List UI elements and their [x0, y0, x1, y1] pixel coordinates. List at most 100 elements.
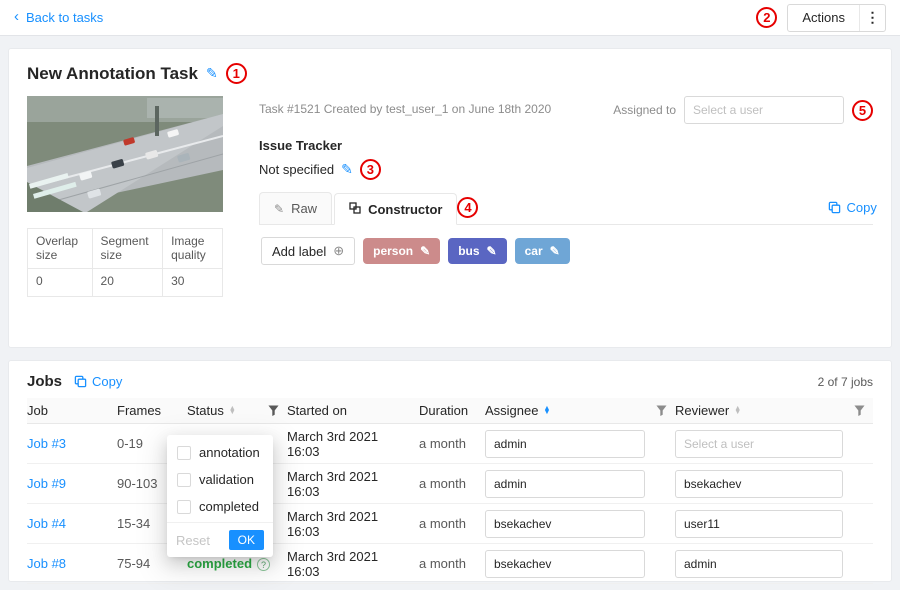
duration-cell: a month [419, 464, 485, 504]
status-completed-label: completed [187, 556, 252, 571]
status-sort-control[interactable]: Status ▲▼ [187, 403, 236, 418]
status-info-icon[interactable]: ? [257, 558, 270, 571]
duration-cell: a month [419, 544, 485, 584]
annotation-circle-1: 1 [226, 63, 247, 84]
filter-option-validation[interactable]: validation [167, 466, 273, 493]
reviewer-input[interactable] [675, 550, 843, 578]
filter-option-completed[interactable]: completed [167, 493, 273, 520]
issue-tracker-block: Issue Tracker Not specified ✎ 3 [259, 138, 873, 180]
annotation-circle-2: 2 [756, 7, 777, 28]
job-link[interactable]: Job #4 [27, 516, 66, 531]
labels-tabs-row: ✎ Raw Constructor 4 [259, 192, 873, 225]
annotation-circle-4: 4 [457, 197, 478, 218]
more-actions-button[interactable]: ⋮ [859, 5, 885, 31]
label-chip-bus[interactable]: bus ✎ [448, 238, 506, 264]
tab-constructor[interactable]: Constructor [334, 193, 457, 225]
filter-ok-button[interactable]: OK [229, 530, 264, 550]
param-value-quality: 30 [163, 269, 223, 297]
column-duration: Duration [419, 398, 485, 424]
assigned-to-label: Assigned to [613, 103, 676, 117]
sort-icon: ▲▼ [734, 407, 741, 415]
copy-jobs-button[interactable]: Copy [74, 374, 122, 389]
filter-option-annotation[interactable]: annotation [167, 439, 273, 466]
actions-button-group: Actions ⋮ [787, 4, 886, 32]
started-cell: March 3rd 2021 16:03 [287, 544, 419, 584]
job-link[interactable]: Job #9 [27, 476, 66, 491]
reviewer-input[interactable] [675, 470, 843, 498]
jobs-header-left: Jobs Copy [27, 373, 122, 390]
sort-icon: ▲▼ [543, 407, 550, 415]
label-chip-car[interactable]: car ✎ [515, 238, 570, 264]
task-meta: Task #1521 Created by test_user_1 on Jun… [259, 96, 551, 116]
edit-label-person-icon[interactable]: ✎ [420, 244, 430, 258]
edit-issue-tracker-icon[interactable]: ✎ [341, 161, 353, 178]
tab-constructor-label: Constructor [368, 202, 442, 217]
assignee-input[interactable] [485, 470, 645, 498]
column-assignee: Assignee ▲▼ [485, 398, 675, 424]
edit-label-car-icon[interactable]: ✎ [550, 244, 560, 258]
actions-button[interactable]: Actions [788, 5, 859, 31]
assignee-sort-control[interactable]: Assignee ▲▼ [485, 403, 550, 418]
filter-reset-button[interactable]: Reset [176, 533, 210, 548]
copy-labels-label: Copy [846, 200, 876, 215]
back-link[interactable]: ‹ Back to tasks [14, 10, 103, 25]
task-card: New Annotation Task ✎ 1 [8, 48, 892, 348]
task-assignee-input[interactable] [684, 96, 844, 124]
plus-circle-icon: ⊕ [333, 243, 344, 259]
edit-title-icon[interactable]: ✎ [206, 65, 218, 82]
job-row-1: Job #3 0-19 March 3rd 2021 16:03 a month [27, 424, 873, 464]
column-assignee-label: Assignee [485, 403, 538, 418]
assignee-input[interactable] [485, 510, 645, 538]
constructor-icon [349, 202, 361, 217]
checkbox-validation[interactable] [177, 473, 191, 487]
filter-option-label: validation [199, 472, 254, 487]
param-header-quality: Image quality [163, 229, 223, 269]
assignee-input[interactable] [485, 550, 645, 578]
job-link[interactable]: Job #8 [27, 556, 66, 571]
task-preview-image [27, 96, 223, 212]
tab-raw-label: Raw [291, 201, 317, 216]
column-reviewer: Reviewer ▲▼ [675, 398, 873, 424]
reviewer-input[interactable] [675, 430, 843, 458]
param-value-segment: 20 [92, 269, 163, 297]
jobs-count: 2 of 7 jobs [818, 375, 873, 389]
column-reviewer-label: Reviewer [675, 403, 729, 418]
task-title-row: New Annotation Task ✎ 1 [27, 63, 873, 84]
job-row-2: Job #9 90-103 March 3rd 2021 16:03 a mon… [27, 464, 873, 504]
label-chip-person[interactable]: person ✎ [363, 238, 440, 264]
task-right-column: Task #1521 Created by test_user_1 on Jun… [259, 96, 873, 329]
jobs-header: Jobs Copy 2 of 7 jobs [27, 373, 873, 390]
copy-labels-button[interactable]: Copy [828, 200, 876, 215]
assignee-filter-icon[interactable] [656, 405, 667, 416]
annotation-circle-3: 3 [360, 159, 381, 180]
filter-option-label: annotation [199, 445, 260, 460]
tab-raw[interactable]: ✎ Raw [259, 192, 332, 224]
copy-icon [828, 201, 841, 214]
assignee-input[interactable] [485, 430, 645, 458]
pencil-icon: ✎ [274, 202, 284, 216]
labels-tabs: ✎ Raw Constructor [259, 192, 457, 224]
checkbox-completed[interactable] [177, 500, 191, 514]
label-name-person: person [373, 244, 413, 258]
job-link[interactable]: Job #3 [27, 436, 66, 451]
started-cell: March 3rd 2021 16:03 [287, 464, 419, 504]
task-left-column: Overlap size Segment size Image quality … [27, 96, 223, 329]
top-bar: ‹ Back to tasks 2 Actions ⋮ [0, 0, 900, 36]
add-label-button[interactable]: Add label ⊕ [261, 237, 355, 265]
status-filter-icon[interactable] [268, 405, 279, 416]
copy-icon [74, 375, 87, 388]
reviewer-filter-icon[interactable] [854, 405, 865, 416]
jobs-table: Job Frames Status ▲▼ Started on Duration [27, 398, 873, 584]
duration-cell: a month [419, 424, 485, 464]
sort-icon: ▲▼ [229, 407, 236, 415]
checkbox-annotation[interactable] [177, 446, 191, 460]
constructor-tab-content: Add label ⊕ person ✎ bus ✎ car ✎ [259, 225, 873, 329]
tabs-right-side: 4 Copy [457, 197, 876, 224]
reviewer-input[interactable] [675, 510, 843, 538]
annotation-circle-5: 5 [852, 100, 873, 121]
issue-tracker-value: Not specified [259, 162, 334, 177]
edit-label-bus-icon[interactable]: ✎ [487, 244, 497, 258]
reviewer-sort-control[interactable]: Reviewer ▲▼ [675, 403, 741, 418]
column-job: Job [27, 398, 117, 424]
column-started: Started on [287, 398, 419, 424]
